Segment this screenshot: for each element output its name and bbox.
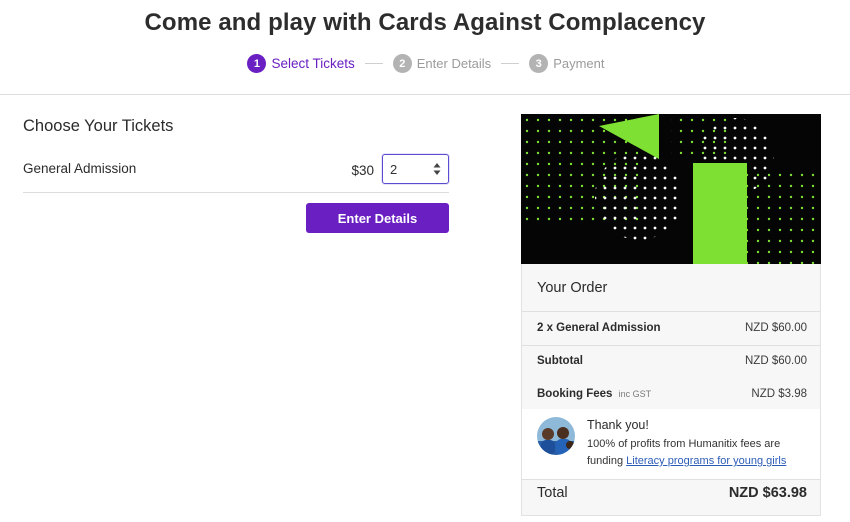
order-summary: Your Order 2 x General Admission NZD $60… — [521, 114, 821, 516]
page-title: Come and play with Cards Against Complac… — [144, 9, 706, 36]
step-label: Enter Details — [416, 56, 492, 71]
literacy-programs-link[interactable]: Literacy programs for young girls — [626, 455, 786, 467]
quantity-value: 2 — [390, 161, 398, 177]
event-banner-graphic — [521, 114, 821, 264]
header: Come and play with Cards Against Complac… — [0, 0, 850, 95]
step-number: 2 — [392, 54, 412, 73]
total-label: Total — [537, 485, 568, 501]
divider — [522, 311, 820, 312]
ticket-price: $30 — [351, 163, 374, 178]
thank-you-panel: Thank you! 100% of profits from Humaniti… — [522, 409, 820, 479]
thank-you-text: 100% of profits from Humanitix fees are … — [587, 436, 812, 470]
order-title: Your Order — [537, 280, 608, 296]
step-divider — [501, 63, 520, 64]
thank-you-title: Thank you! — [587, 418, 649, 432]
order-line-item: 2 x General Admission NZD $60.00 — [537, 322, 807, 334]
total-row: Total NZD $63.98 — [537, 485, 807, 501]
booking-fees-value: NZD $3.98 — [751, 388, 807, 400]
step-select-tickets: 1 Select Tickets — [247, 54, 355, 73]
step-number: 3 — [529, 54, 549, 73]
line-item-label: 2 x General Admission — [537, 322, 661, 334]
up-down-arrows-icon — [433, 163, 441, 175]
avatar — [537, 417, 575, 455]
order-box: Your Order 2 x General Admission NZD $60… — [521, 264, 821, 516]
ticket-name: General Admission — [23, 161, 137, 176]
subtotal-value: NZD $60.00 — [744, 355, 807, 367]
booking-fees-label: Booking Fees — [537, 388, 613, 400]
booking-fees-note: inc GST — [618, 389, 652, 399]
subtotal-label: Subtotal — [537, 355, 583, 367]
enter-details-button[interactable]: Enter Details — [306, 203, 449, 233]
checkout-steps: 1 Select Tickets 2 Enter Details 3 Payme… — [0, 54, 850, 73]
event-banner — [521, 114, 821, 264]
divider — [522, 479, 820, 480]
step-divider — [364, 63, 383, 64]
ticket-row: General Admission $30 2 — [23, 149, 449, 193]
children-photo-icon — [537, 417, 575, 455]
step-label: Select Tickets — [271, 56, 355, 71]
booking-fees-label-group: Booking Fees inc GST — [537, 388, 651, 400]
step-label: Payment — [553, 56, 605, 71]
section-title: Choose Your Tickets — [23, 117, 174, 135]
subtotal-row: Subtotal NZD $60.00 — [537, 355, 807, 367]
booking-fees-row: Booking Fees inc GST NZD $3.98 — [537, 388, 807, 400]
total-value: NZD $63.98 — [728, 485, 807, 501]
line-item-value: NZD $60.00 — [744, 322, 807, 334]
step-enter-details: 2 Enter Details — [392, 54, 492, 73]
quantity-select[interactable]: 2 — [382, 154, 449, 184]
step-payment: 3 Payment — [529, 54, 605, 73]
step-number: 1 — [247, 54, 267, 73]
divider — [522, 345, 820, 346]
